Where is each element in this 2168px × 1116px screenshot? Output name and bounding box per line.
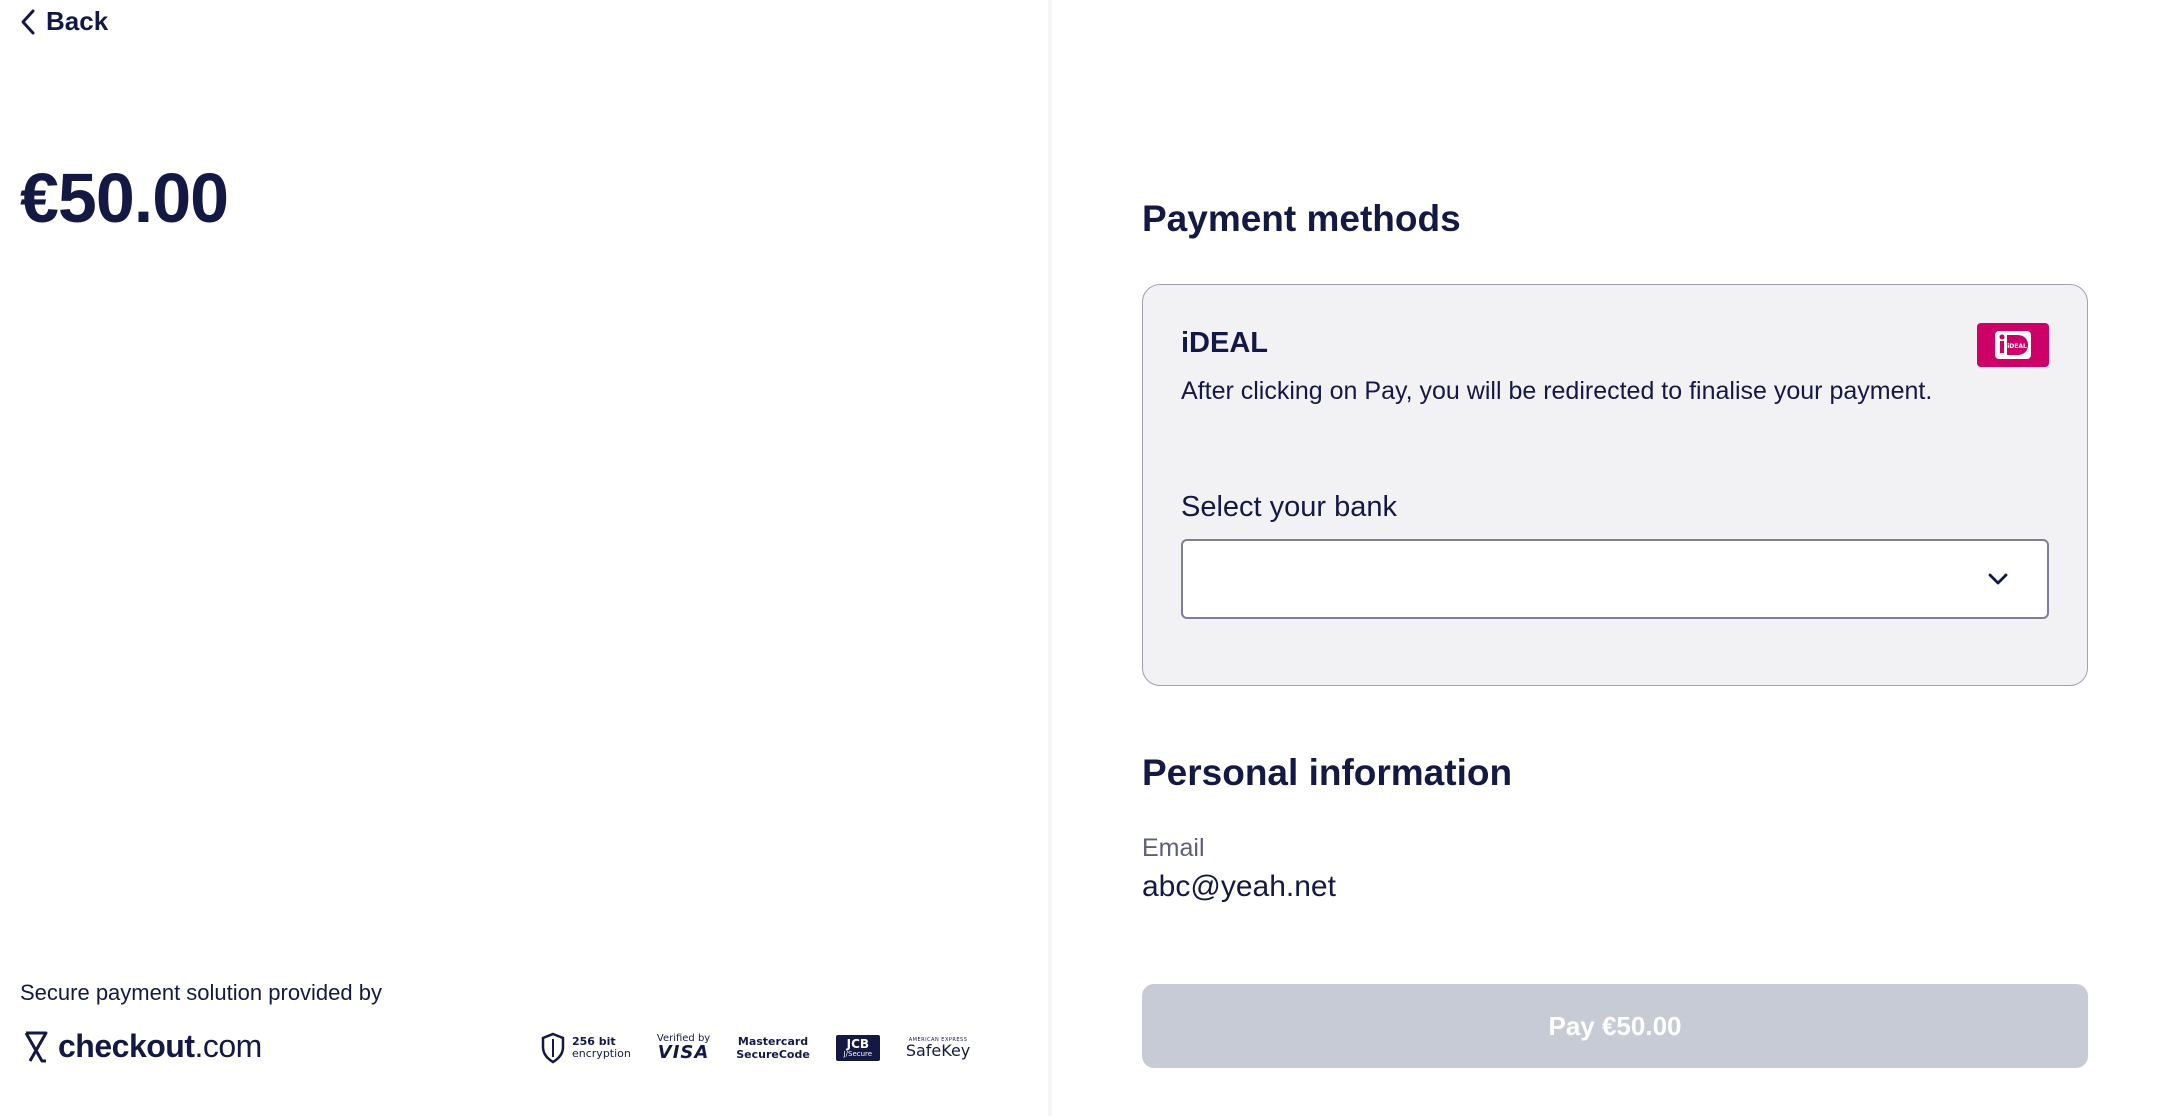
payment-methods-title: Payment methods — [1142, 198, 1461, 239]
order-amount: €50.00 — [20, 159, 229, 237]
chevron-down-icon — [1988, 573, 2008, 585]
email-value: abc@yeah.net — [1142, 870, 1336, 903]
bank-select-dropdown[interactable] — [1181, 539, 2049, 619]
checkout-domain: .com — [194, 1028, 262, 1064]
jcb-line1: JCB — [846, 1037, 870, 1051]
visa-line2: VISA — [657, 1042, 710, 1063]
method-name: iDEAL — [1181, 327, 1268, 359]
ideal-mark-icon: iDEAL — [1995, 331, 2031, 359]
email-label: Email — [1142, 834, 1205, 862]
bank-select-label: Select your bank — [1181, 491, 1398, 523]
jcb-line2: J/Secure — [843, 1050, 873, 1058]
ideal-logo-icon: iDEAL — [1977, 323, 2049, 367]
secure-payment-text: Secure payment solution provided by — [20, 980, 382, 1005]
mastercard-securecode-badge: Mastercard SecureCode — [736, 1035, 810, 1061]
verified-by-visa-badge: Verified by VISA — [657, 1034, 710, 1062]
ideal-method-card[interactable]: iDEAL iDEAL After clicking on Pay, you w… — [1142, 284, 2088, 686]
encryption-badge: 256 bit encryption — [540, 1032, 631, 1064]
checkout-mark-icon — [24, 1031, 48, 1062]
order-summary-panel: Back €50.00 Secure payment solution prov… — [0, 0, 1048, 1116]
shield-icon — [541, 1032, 565, 1064]
personal-information-title: Personal information — [1142, 752, 1513, 793]
mastercard-line1: Mastercard — [737, 1035, 809, 1048]
pay-button-label: Pay €50.00 — [1548, 1010, 1682, 1041]
provider-footer: Secure payment solution provided by chec… — [20, 980, 1020, 1064]
jcb-jsecure-badge: JCB J/Secure — [835, 1035, 880, 1061]
checkout-logo: checkout.com — [20, 1028, 262, 1065]
method-description: After clicking on Pay, you will be redir… — [1181, 377, 1933, 405]
back-link[interactable]: Back — [20, 6, 108, 37]
pay-button[interactable]: Pay €50.00 — [1142, 984, 2088, 1068]
encryption-line2: encryption — [572, 1047, 631, 1060]
chevron-left-icon — [21, 9, 35, 34]
security-badges: 256 bit encryption Verified by VISA Mast… — [540, 1032, 970, 1064]
ideal-logo-text: iDEAL — [2007, 343, 2027, 350]
mastercard-line2: SecureCode — [736, 1048, 810, 1061]
checkout-wordmark: checkout — [58, 1028, 195, 1064]
amex-safekey-badge: AMERICAN EXPRESS SafeKey — [905, 1037, 971, 1060]
amex-line2: SafeKey — [905, 1040, 971, 1060]
back-label: Back — [46, 6, 109, 36]
